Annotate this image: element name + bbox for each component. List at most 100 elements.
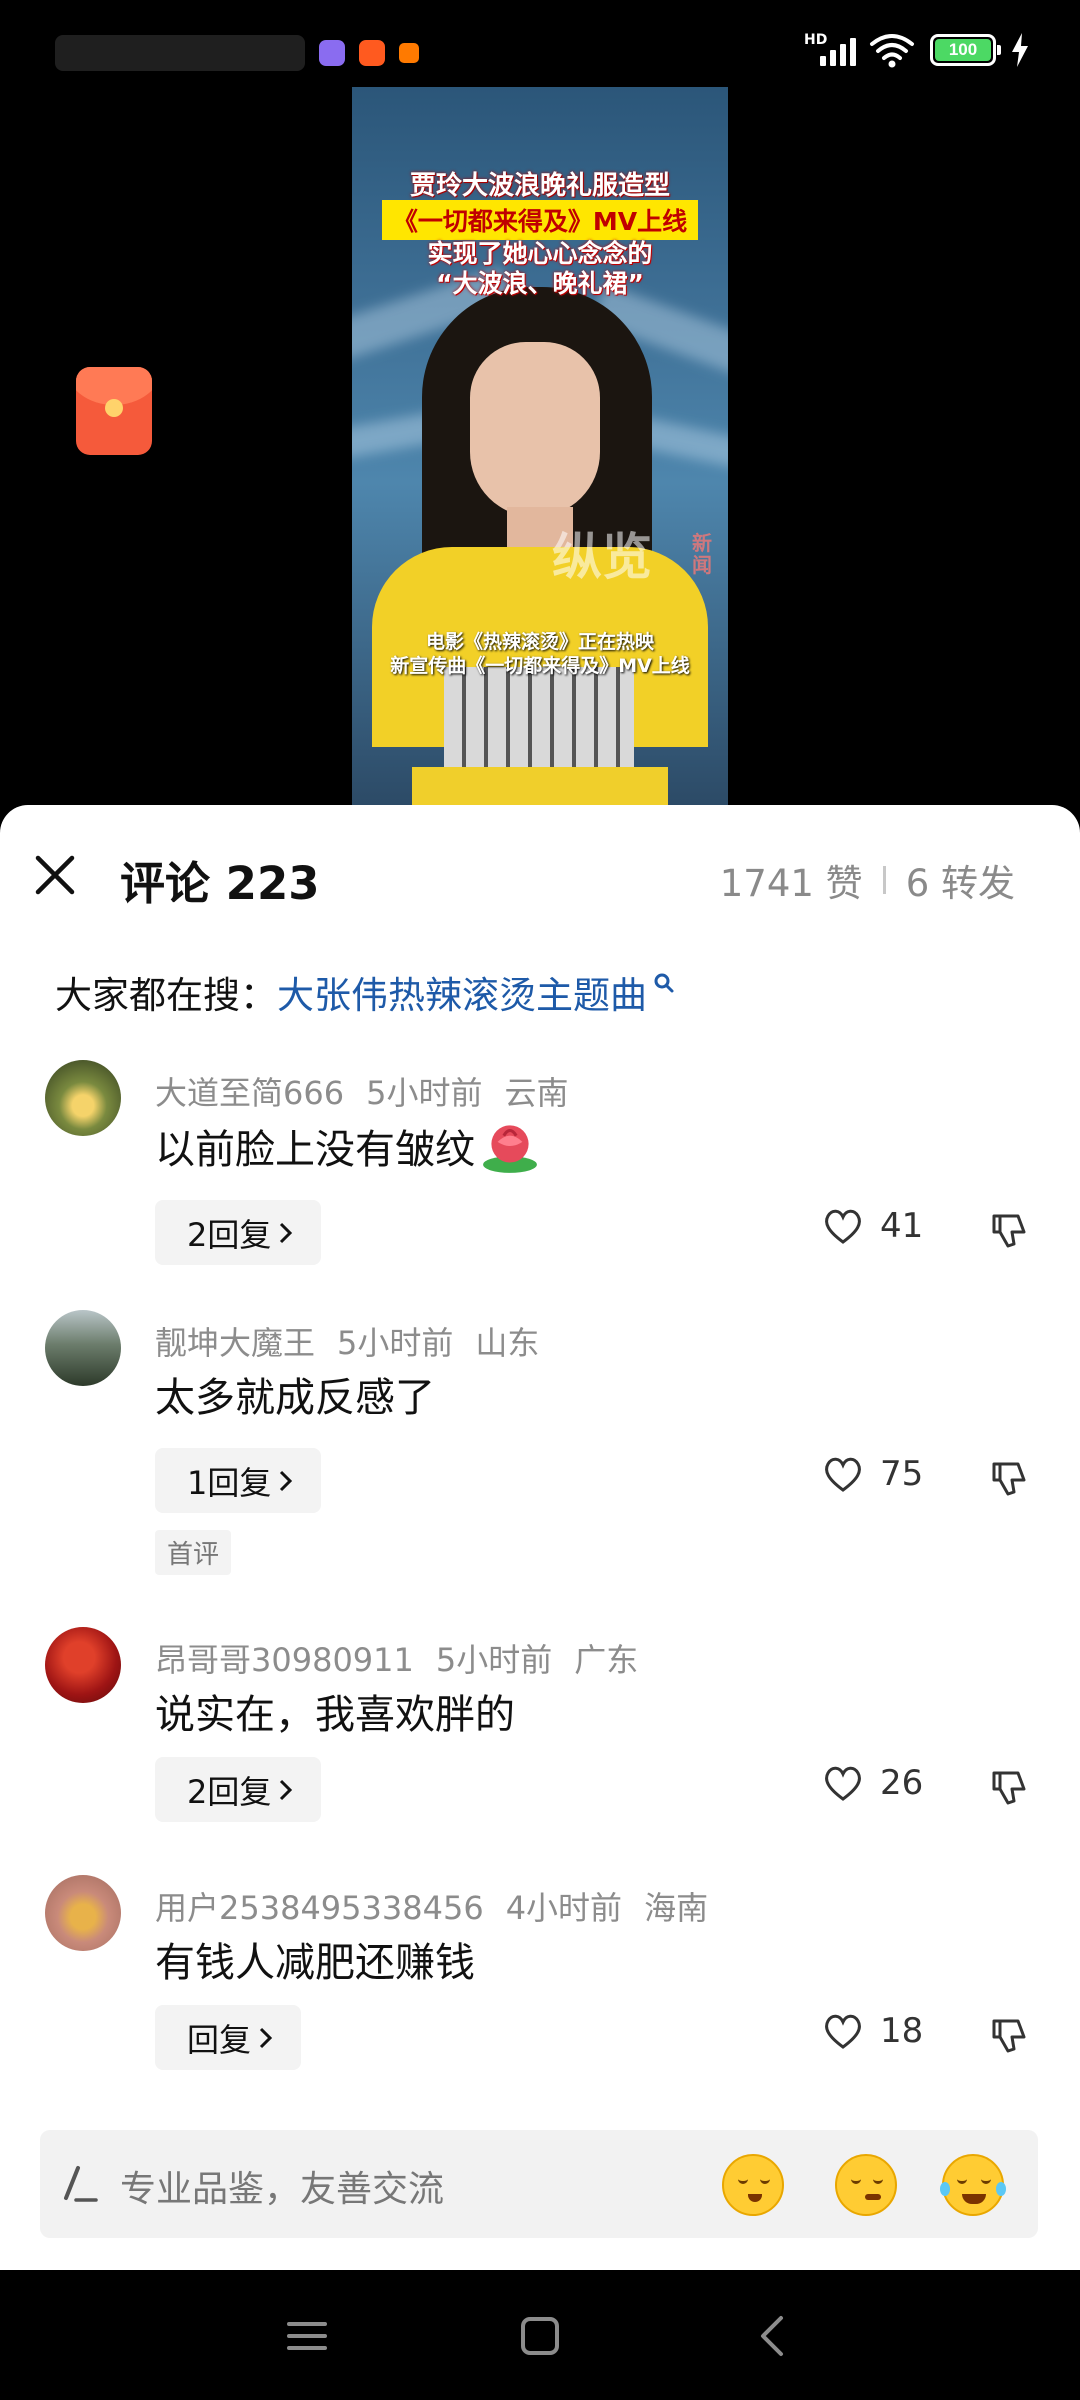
app-notification-icon	[319, 40, 345, 66]
status-right: HD 100	[804, 30, 1030, 70]
video-title-line1: 贾玲大波浪晚礼服造型	[409, 171, 670, 201]
menu-icon[interactable]	[279, 2308, 335, 2364]
trending-search: 大家都在搜： 大张伟热辣滚烫主题曲	[55, 965, 675, 1019]
comment-meta: 靓坤大魔王 5小时前 山东	[155, 1318, 561, 1364]
video-watermark-small: 新闻	[692, 531, 712, 577]
like-count: 26	[880, 1763, 924, 1803]
reply-button[interactable]: 2回复	[155, 1200, 322, 1265]
trending-search-link[interactable]: 大张伟热辣滚烫主题曲	[277, 965, 647, 1019]
status-bar: HD 100	[0, 0, 1080, 100]
comment-location: 山东	[475, 1324, 540, 1362]
rose-emoji-icon	[483, 1125, 537, 1173]
post-stats: 1741 赞 6 转发	[720, 853, 1015, 907]
comment-meta: 昂哥哥30980911 5小时前 广东	[155, 1635, 660, 1681]
comment-count-title: 评论 223	[120, 857, 320, 910]
red-envelope-seal	[105, 399, 123, 417]
thumbs-down-icon[interactable]	[988, 1458, 1030, 1500]
comment-username[interactable]: 昂哥哥30980911	[155, 1641, 414, 1679]
home-icon[interactable]	[512, 2308, 568, 2364]
comment-location: 云南	[504, 1074, 569, 1112]
heart-icon	[825, 1209, 861, 1244]
comment-text: 太多就成反感了	[155, 1365, 435, 1423]
thumbs-down-icon[interactable]	[988, 2015, 1030, 2057]
video-player[interactable]: 贾玲大波浪晚礼服造型 《一切都来得及》MV上线 实现了她心心念念的 “大波浪、晚…	[352, 87, 728, 807]
video-title-line3: 实现了她心心念念的 “大波浪、晚礼裙”	[352, 239, 728, 299]
comment-text-body: 说实在，我喜欢胖的	[155, 1692, 515, 1738]
reply-button[interactable]: 2回复	[155, 1757, 322, 1822]
close-icon[interactable]	[30, 850, 80, 900]
battery-icon: 100	[930, 34, 1001, 66]
avatar[interactable]	[45, 1875, 121, 1951]
video-watermark: 纵览	[552, 528, 652, 586]
comment-text: 说实在，我喜欢胖的	[155, 1682, 515, 1740]
battery-level: 100	[935, 39, 991, 61]
stats-divider	[882, 866, 886, 894]
pen-icon	[64, 2166, 98, 2202]
thinking-emoji-icon[interactable]	[835, 2154, 897, 2216]
heart-icon	[825, 1766, 861, 1801]
comment-username[interactable]: 用户2538495338456	[155, 1889, 484, 1927]
comment-time: 4小时前	[505, 1889, 623, 1927]
app-notification-icon	[399, 43, 419, 63]
reply-button-label: 1回复	[187, 1463, 272, 1502]
reply-button[interactable]: 回复	[155, 2005, 302, 2070]
comment-meta: 大道至简666 5小时前 云南	[155, 1068, 590, 1114]
system-navigation-bar	[0, 2270, 1080, 2400]
comment-time: 5小时前	[435, 1641, 553, 1679]
comment-sheet: 评论 223 1741 赞 6 转发 大家都在搜： 大张伟热辣滚烫主题曲 大道至…	[0, 805, 1080, 2270]
laughing-emoji-icon[interactable]	[940, 2154, 1006, 2216]
reply-button-label: 2回复	[187, 1215, 272, 1254]
avatar[interactable]	[45, 1060, 121, 1136]
comment-input[interactable]: 专业品鉴，友善交流	[40, 2130, 1038, 2238]
comment-username[interactable]: 大道至简666	[155, 1074, 344, 1112]
wifi-icon	[870, 34, 914, 68]
comment-meta: 用户2538495338456 4小时前 海南	[155, 1883, 730, 1929]
like-button[interactable]: 41	[822, 1206, 923, 1246]
sleepy-emoji-icon[interactable]	[722, 2154, 784, 2216]
reply-button-label: 2回复	[187, 1772, 272, 1811]
video-subtitle-line2: 新宣传曲《一切都来得及》MV上线	[390, 655, 690, 677]
comment-username[interactable]: 靓坤大魔王	[155, 1324, 315, 1362]
like-button[interactable]: 26	[822, 1763, 923, 1803]
like-button[interactable]: 75	[822, 1454, 923, 1494]
chevron-right-icon	[280, 1779, 293, 1800]
chevron-right-icon	[280, 1470, 293, 1491]
like-count: 41	[880, 1206, 924, 1246]
status-left	[55, 28, 419, 78]
trending-search-label: 大家都在搜：	[55, 974, 277, 1017]
video-subtitle-line1: 电影《热辣滚烫》正在热映	[425, 631, 654, 653]
thumbs-down-icon[interactable]	[988, 1210, 1030, 1252]
comment-time: 5小时前	[337, 1324, 454, 1362]
heart-icon	[825, 1457, 861, 1492]
back-icon[interactable]	[745, 2308, 801, 2364]
like-count: 18	[880, 2011, 924, 2051]
comment-time: 5小时前	[366, 1074, 483, 1112]
first-comment-tag: 首评	[155, 1530, 232, 1575]
chevron-right-icon	[259, 2027, 273, 2048]
reposts-count[interactable]: 6 转发	[906, 853, 1015, 907]
comment-input-placeholder: 专业品鉴，友善交流	[120, 2169, 445, 2210]
comment-text: 以前脸上没有皱纹	[155, 1115, 541, 1177]
avatar[interactable]	[45, 1627, 121, 1703]
thumbs-down-icon[interactable]	[988, 1767, 1030, 1809]
avatar[interactable]	[45, 1310, 121, 1386]
reply-button-label: 回复	[187, 2020, 252, 2059]
comment-text-body: 有钱人减肥还赚钱	[155, 1940, 475, 1986]
app-notification-icon	[359, 40, 385, 66]
comment-text-body: 以前脸上没有皱纹	[155, 1127, 475, 1173]
red-envelope-button[interactable]	[76, 367, 152, 455]
like-button[interactable]: 18	[822, 2011, 923, 2051]
chevron-right-icon	[280, 1222, 293, 1243]
reply-button[interactable]: 1回复	[155, 1448, 322, 1513]
charging-icon	[1012, 33, 1028, 67]
video-figure-face	[470, 342, 600, 517]
comment-text-body: 太多就成反感了	[155, 1375, 435, 1421]
blurred-notification-text	[55, 35, 305, 71]
video-title-line2: 《一切都来得及》MV上线	[382, 200, 698, 240]
search-icon	[654, 973, 674, 993]
comment-location: 广东	[574, 1641, 639, 1679]
comment-text: 有钱人减肥还赚钱	[155, 1930, 475, 1988]
likes-count: 1741 赞	[719, 862, 863, 905]
heart-icon	[825, 2014, 861, 2049]
comment-location: 海南	[644, 1889, 709, 1927]
